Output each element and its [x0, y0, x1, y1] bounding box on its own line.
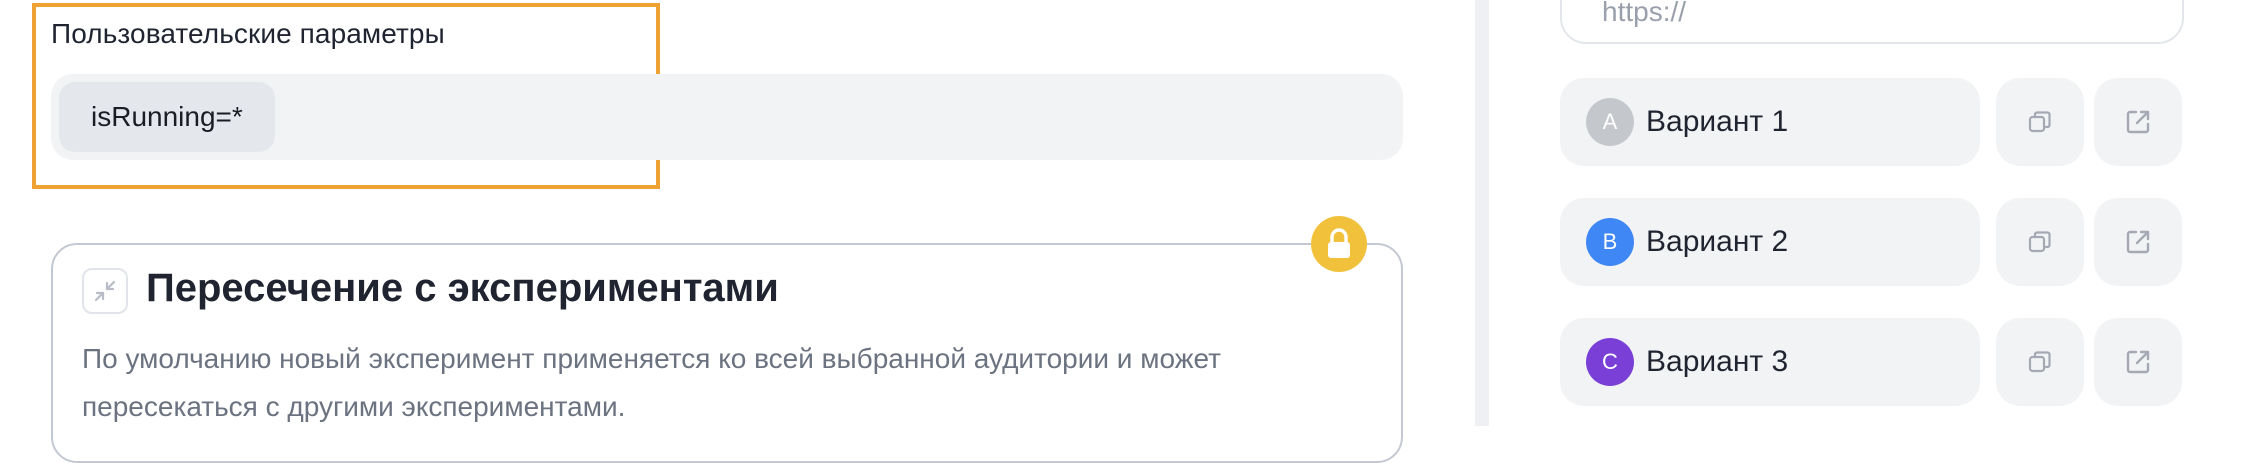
variant-name: Вариант 3 [1646, 345, 1789, 378]
custom-params-field[interactable]: isRunning=* [51, 74, 1403, 160]
column-divider [1475, 0, 1489, 426]
avatar: C [1586, 338, 1634, 386]
copy-icon [2028, 231, 2051, 253]
custom-params-label: Пользовательские параметры [51, 18, 445, 49]
param-chip[interactable]: isRunning=* [59, 82, 275, 152]
variant-name: Вариант 2 [1646, 225, 1789, 258]
collapse-arrows-icon [82, 268, 128, 314]
lock-icon [1311, 216, 1367, 272]
copy-icon [2028, 111, 2051, 133]
avatar: B [1586, 218, 1634, 266]
avatar: A [1586, 98, 1634, 146]
variant-name: Вариант 1 [1646, 105, 1789, 138]
external-link-icon [2126, 350, 2150, 374]
external-link-icon [2126, 230, 2150, 254]
intersection-description: По умолчанию новый эксперимент применяет… [82, 343, 1221, 422]
external-link-icon [2126, 110, 2150, 134]
copy-icon [2028, 351, 2051, 373]
open-link-button[interactable] [2094, 318, 2182, 406]
copy-button[interactable] [1996, 78, 2084, 166]
url-input[interactable]: https:// [1560, 0, 2184, 44]
url-placeholder: https:// [1602, 0, 1687, 27]
variant-row: C Вариант 3 [1560, 318, 2184, 406]
copy-button[interactable] [1996, 318, 2084, 406]
intersection-title: Пересечение с экспериментами [146, 266, 779, 310]
variant-row: A Вариант 1 [1560, 78, 2184, 166]
variant-pill[interactable]: A Вариант 1 [1560, 78, 1980, 166]
open-link-button[interactable] [2094, 198, 2182, 286]
open-link-button[interactable] [2094, 78, 2182, 166]
variant-pill[interactable]: B Вариант 2 [1560, 198, 1980, 286]
variant-pill[interactable]: C Вариант 3 [1560, 318, 1980, 406]
copy-button[interactable] [1996, 198, 2084, 286]
variant-row: B Вариант 2 [1560, 198, 2184, 286]
